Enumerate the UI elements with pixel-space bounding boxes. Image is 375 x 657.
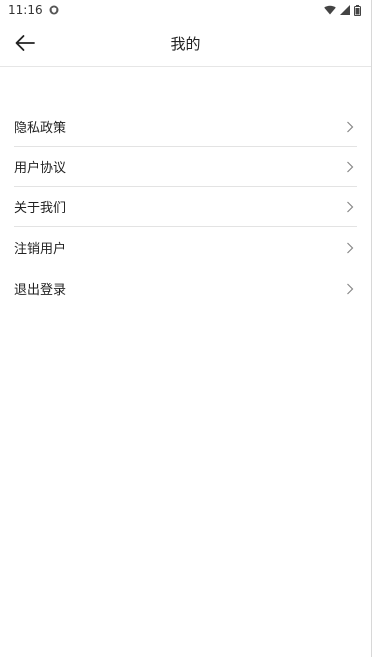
shield-icon [49, 5, 59, 15]
menu-item-delete-account[interactable]: 注销用户 [14, 227, 357, 268]
wifi-icon [324, 5, 336, 15]
status-left: 11:16 [8, 3, 59, 17]
menu-item-label: 隐私政策 [14, 121, 67, 136]
menu-item-label: 用户协议 [14, 161, 67, 176]
chevron-right-icon [347, 161, 354, 172]
menu-item-label: 退出登录 [14, 283, 67, 298]
menu-item-privacy-policy[interactable]: 隐私政策 [14, 107, 357, 147]
chevron-right-icon [347, 242, 354, 253]
menu-item-label: 注销用户 [14, 242, 67, 257]
app-screen: 11:16 我的 隐私政策 用户协议 关于我们 注销用户 退出登录 [0, 0, 372, 657]
menu-item-logout[interactable]: 退出登录 [14, 268, 357, 309]
battery-icon [354, 4, 361, 16]
chevron-right-icon [347, 201, 354, 212]
menu-item-about-us[interactable]: 关于我们 [14, 187, 357, 227]
menu-item-label: 关于我们 [14, 201, 67, 216]
status-time: 11:16 [8, 3, 43, 17]
back-button[interactable] [12, 30, 38, 56]
top-app-bar: 我的 [0, 20, 371, 67]
signal-icon [340, 5, 350, 15]
menu-item-user-agreement[interactable]: 用户协议 [14, 147, 357, 187]
status-right [324, 4, 361, 16]
chevron-right-icon [347, 283, 354, 294]
chevron-right-icon [347, 121, 354, 132]
status-bar: 11:16 [0, 0, 371, 20]
arrow-left-icon [15, 35, 35, 51]
settings-menu: 隐私政策 用户协议 关于我们 注销用户 退出登录 [0, 107, 371, 309]
page-title: 我的 [170, 34, 201, 53]
